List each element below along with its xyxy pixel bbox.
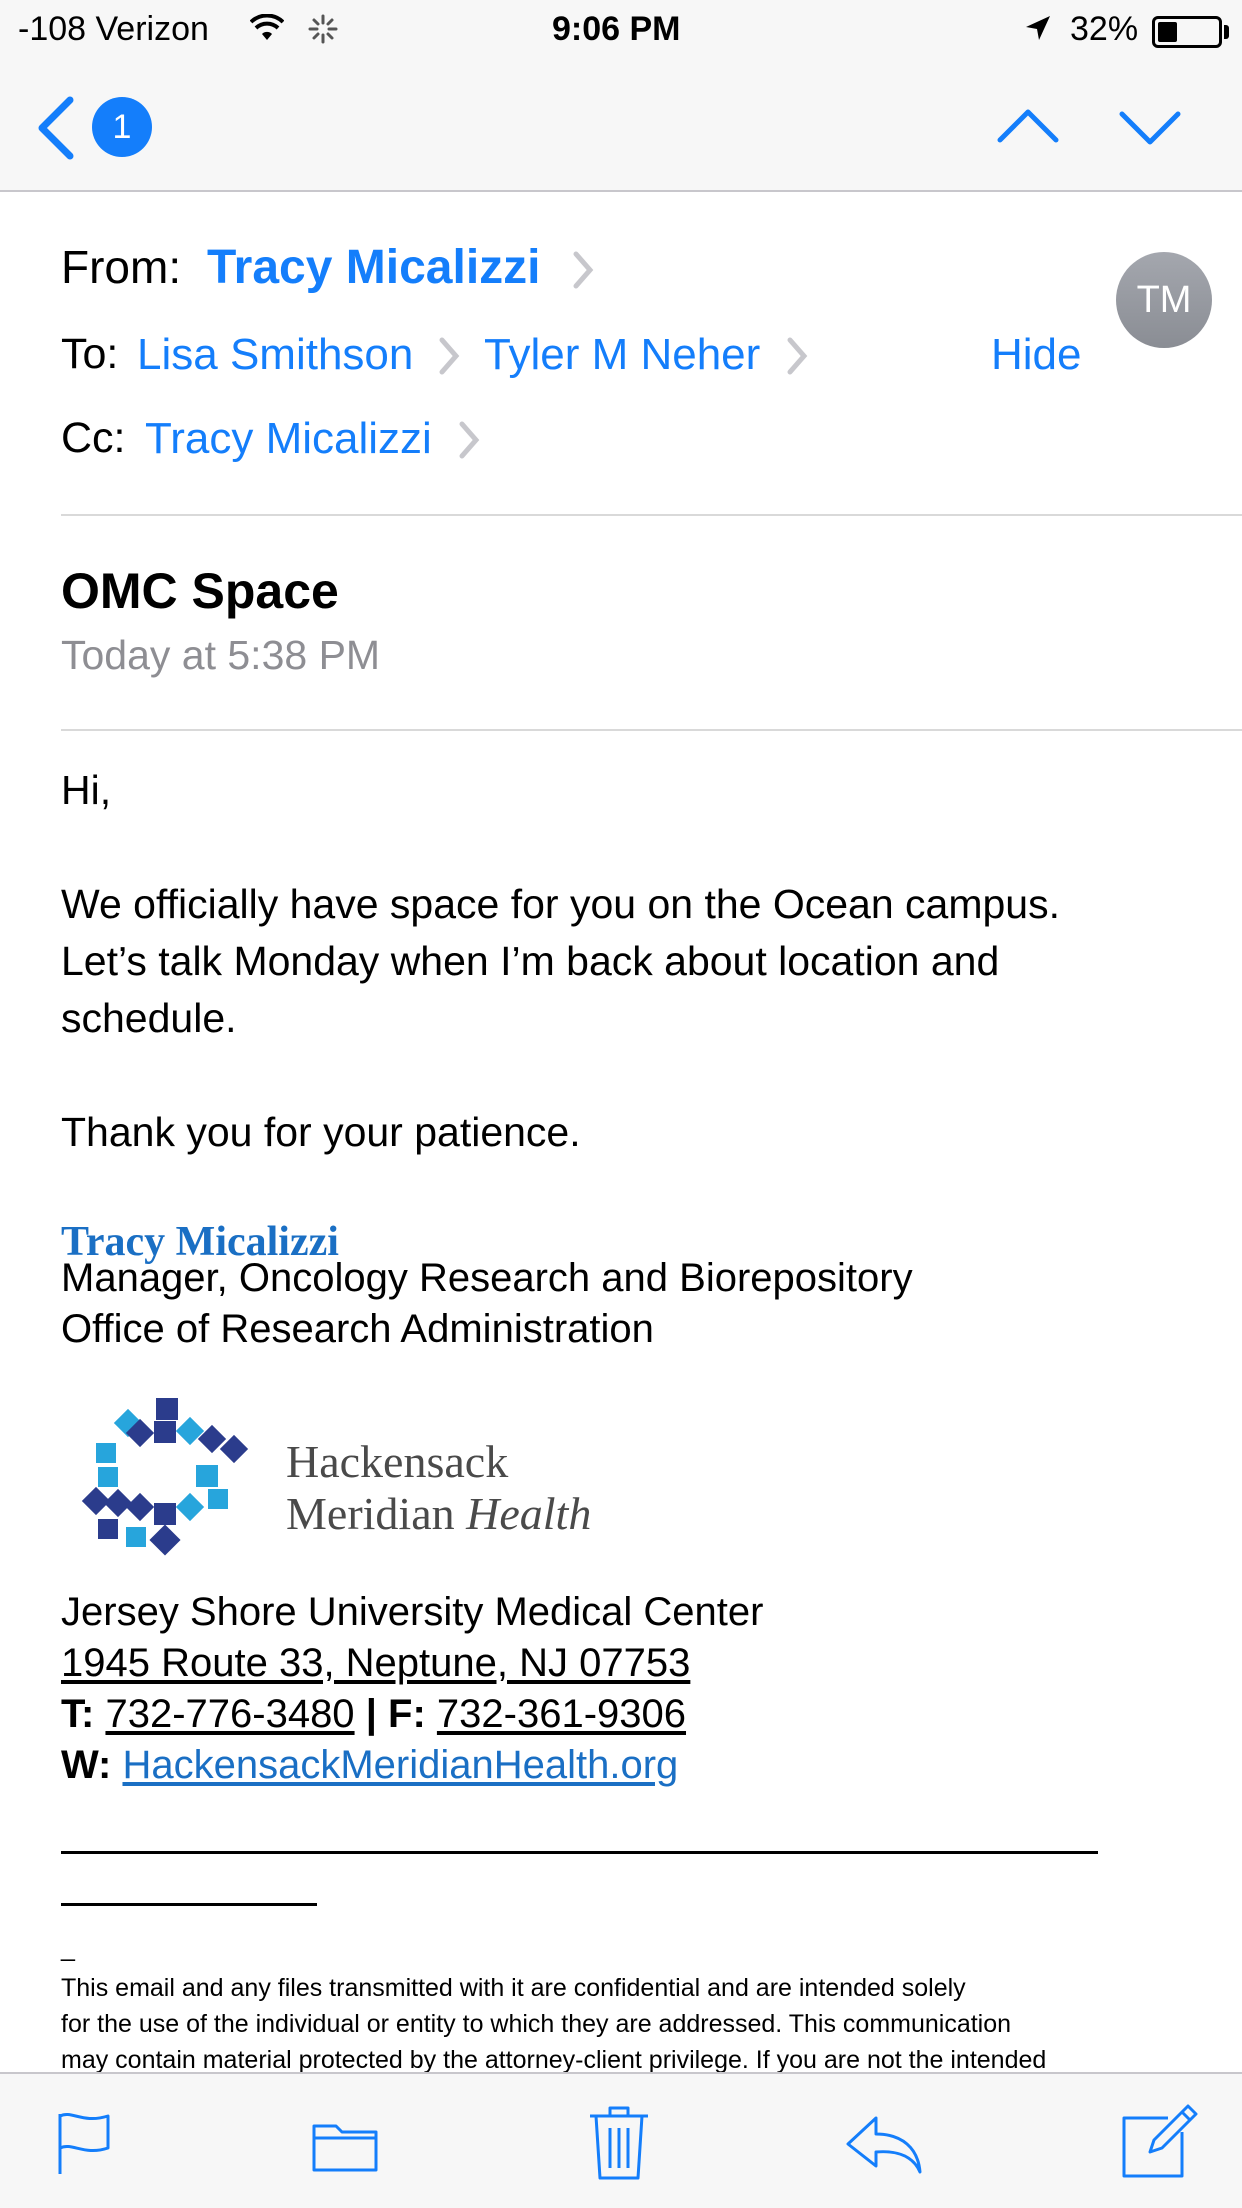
- cc-recipient[interactable]: Tracy Micalizzi: [145, 414, 432, 464]
- back-chevron-icon[interactable]: [34, 96, 78, 160]
- separator-dash: _: [61, 1934, 75, 1962]
- chevron-right-icon: [439, 337, 460, 375]
- disclaimer-line: This email and any files transmitted wit…: [61, 1974, 966, 2002]
- location-arrow-icon: [1026, 16, 1050, 40]
- battery-icon: [1152, 16, 1222, 48]
- phone-label: T:: [61, 1692, 95, 1736]
- website-link[interactable]: HackensackMeridianHealth.org: [122, 1743, 678, 1787]
- phone-fax-line: T: 732-776-3480 | F: 732-361-9306: [61, 1689, 686, 1740]
- chevron-right-icon: [459, 421, 480, 459]
- disclaimer-line: for the use of the individual or entity …: [61, 2010, 1012, 2038]
- separator: |: [365, 1692, 377, 1736]
- body-line: schedule.: [61, 995, 237, 1041]
- chevron-right-icon: [573, 251, 594, 289]
- reply-icon[interactable]: [844, 2114, 924, 2174]
- activity-spinner-icon: [308, 14, 338, 44]
- avatar[interactable]: TM: [1116, 252, 1212, 348]
- from-sender-name[interactable]: Tracy Micalizzi: [207, 240, 541, 295]
- greeting: Hi,: [61, 767, 112, 813]
- message-date: Today at 5:38 PM: [61, 632, 381, 678]
- from-label: From:: [61, 241, 182, 293]
- phone-link[interactable]: 732-776-3480: [105, 1692, 354, 1736]
- cc-label: Cc:: [61, 414, 126, 462]
- to-label: To:: [61, 330, 119, 378]
- battery-fill: [1158, 22, 1177, 42]
- logo-mark-icon: [81, 1398, 249, 1556]
- battery-tip: [1224, 25, 1229, 39]
- subject: OMC Space: [61, 563, 339, 619]
- folder-icon[interactable]: [312, 2118, 378, 2172]
- separator-rule: [61, 1851, 1098, 1854]
- unread-badge[interactable]: 1: [92, 97, 152, 157]
- to-recipient-1[interactable]: Lisa Smithson: [137, 330, 413, 380]
- status-bar: -108 Verizon 9:06 PM 32%: [0, 0, 1242, 64]
- clock: 9:06 PM: [552, 10, 681, 48]
- website-line: W: HackensackMeridianHealth.org: [61, 1740, 678, 1791]
- logo-text-meridian: Meridian: [286, 1488, 455, 1539]
- facility-name: Jersey Shore University Medical Center: [61, 1590, 764, 1634]
- logo-text-line1: Hackensack: [286, 1436, 509, 1487]
- bottom-toolbar: [0, 2072, 1242, 2208]
- subject-divider: [61, 729, 1242, 731]
- wifi-icon: [250, 14, 284, 40]
- down-arrow-icon[interactable]: [1118, 108, 1182, 148]
- logo-text-health: Health: [466, 1488, 592, 1539]
- website-label: W:: [61, 1743, 112, 1787]
- to-recipient-2[interactable]: Tyler M Neher: [484, 330, 760, 380]
- separator-rule-short: [61, 1903, 317, 1906]
- fax-label: F:: [388, 1692, 426, 1736]
- trash-icon[interactable]: [588, 2104, 650, 2180]
- body-line: Thank you for your patience.: [61, 1109, 581, 1155]
- chevron-right-icon: [787, 337, 808, 375]
- body-line: We officially have space for you on the …: [61, 881, 1060, 927]
- logo-text-line2: Meridian Health: [286, 1488, 591, 1540]
- battery-percent: 32%: [1070, 10, 1139, 48]
- body-line: Let’s talk Monday when I’m back about lo…: [61, 938, 1000, 984]
- signature-office: Office of Research Administration: [61, 1307, 654, 1351]
- navigation-bar: 1: [0, 64, 1242, 192]
- compose-icon[interactable]: [1120, 2102, 1198, 2180]
- header-divider: [61, 514, 1242, 516]
- carrier-label: -108 Verizon: [18, 10, 209, 48]
- signature-title: Manager, Oncology Research and Bioreposi…: [61, 1256, 913, 1300]
- address-link[interactable]: 1945 Route 33, Neptune, NJ 07753: [61, 1638, 690, 1689]
- up-arrow-icon[interactable]: [996, 106, 1060, 146]
- flag-icon[interactable]: [56, 2110, 112, 2176]
- fax-link[interactable]: 732-361-9306: [437, 1692, 686, 1736]
- hide-details-button[interactable]: Hide: [991, 330, 1082, 380]
- hackensack-meridian-logo: Hackensack Meridian Health: [66, 1388, 646, 1578]
